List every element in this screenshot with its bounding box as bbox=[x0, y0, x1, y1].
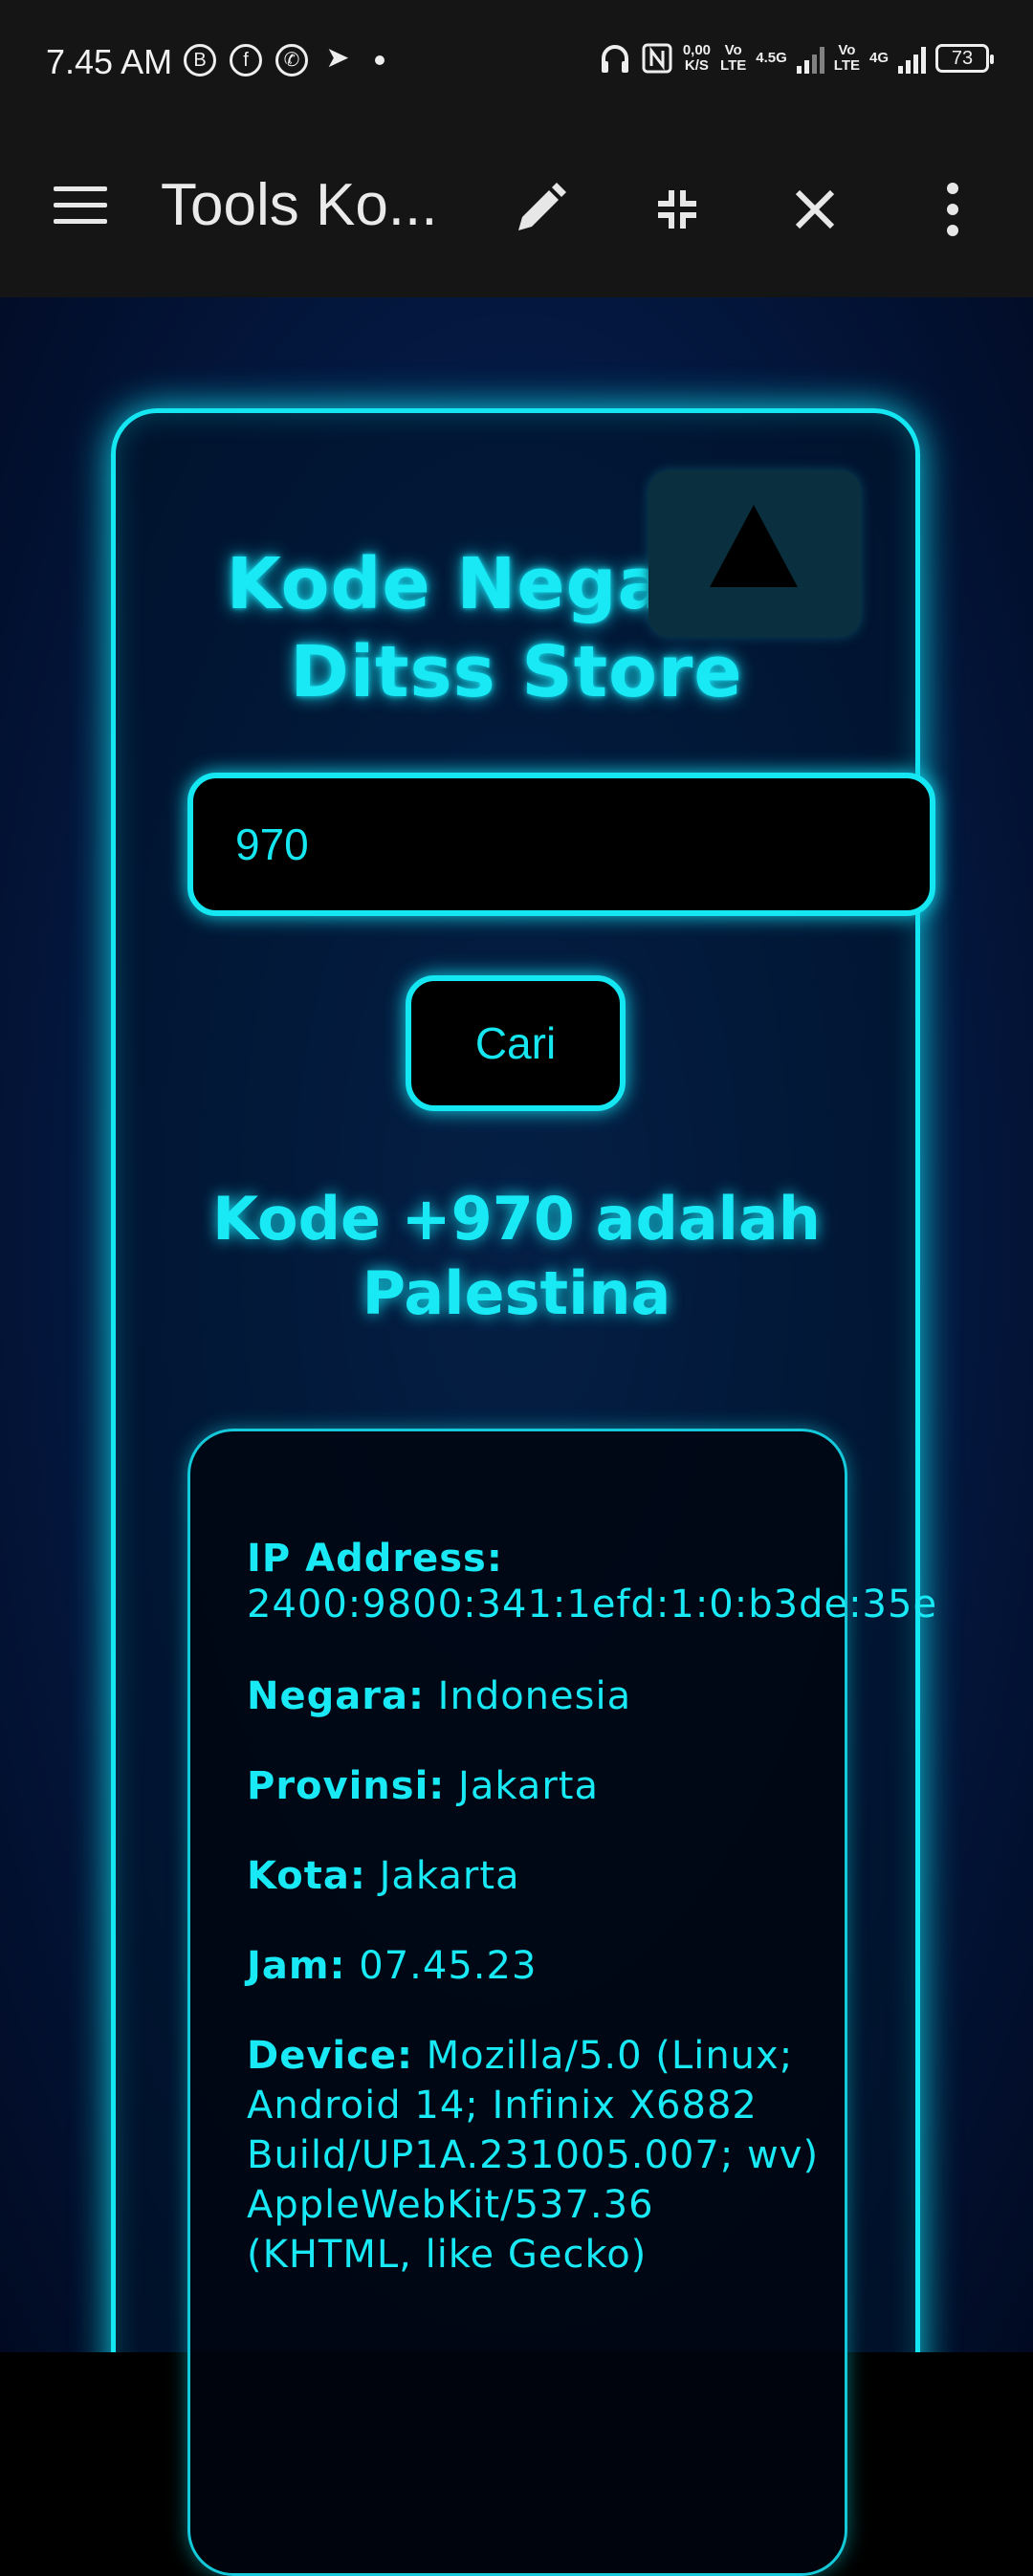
country-value: Indonesia bbox=[437, 1674, 632, 1718]
headphones-icon bbox=[601, 45, 628, 73]
country-row: Negara: Indonesia bbox=[247, 1671, 631, 1721]
app-title: Tools Ko... bbox=[161, 172, 438, 238]
nfc-icon bbox=[642, 43, 672, 74]
network-speed: 0,00 K/S bbox=[683, 43, 711, 74]
ip-address-row: IP Address: bbox=[247, 1534, 503, 1583]
result-text: Kode +970 adalah Palestina bbox=[212, 1184, 821, 1328]
time-row: Jam: 07.45.23 bbox=[247, 1941, 537, 1991]
city-label: Kota: bbox=[247, 1854, 366, 1898]
close-icon[interactable] bbox=[777, 171, 853, 248]
volte-2-bottom: LTE bbox=[833, 57, 860, 74]
country-label: Negara: bbox=[247, 1674, 425, 1718]
status-time: 7.45 AM bbox=[46, 42, 173, 81]
device-label: Device: bbox=[247, 2034, 413, 2078]
volte-1: Vo LTE bbox=[720, 43, 746, 74]
collapse-icon[interactable] bbox=[639, 171, 715, 248]
status-notification-icons: B f ✆ ➤ bbox=[184, 44, 385, 76]
battery-icon: 73 bbox=[935, 44, 994, 73]
signal-1-icon bbox=[796, 43, 824, 74]
facebook-icon: f bbox=[230, 44, 262, 76]
dot-icon bbox=[375, 55, 385, 65]
province-label: Provinsi: bbox=[247, 1764, 446, 1808]
province-value: Jakarta bbox=[458, 1764, 599, 1808]
search-button[interactable]: Cari bbox=[406, 975, 626, 1111]
speed-unit: K/S bbox=[684, 57, 709, 74]
city-value: Jakarta bbox=[379, 1854, 520, 1898]
whatsapp-business-icon: B bbox=[184, 44, 216, 76]
signal-2-icon bbox=[898, 43, 926, 74]
scroll-up-button[interactable] bbox=[648, 470, 861, 637]
device-row: Device: Mozilla/5.0 (Linux; Android 14; … bbox=[247, 2031, 821, 2280]
time-label: Jam: bbox=[247, 1944, 346, 1988]
province-row: Provinsi: Jakarta bbox=[247, 1761, 599, 1811]
status-bar: 7.45 AM B f ✆ ➤ 0,00 K/S Vo LTE 4.5G Vo bbox=[0, 0, 1033, 127]
status-system-icons: 0,00 K/S Vo LTE 4.5G Vo LTE 4G 73 bbox=[599, 42, 994, 75]
volte-1-top: Vo bbox=[724, 42, 742, 58]
ip-label: IP Address: bbox=[247, 1537, 503, 1581]
city-row: Kota: Jakarta bbox=[247, 1851, 520, 1901]
time-value: 07.45.23 bbox=[359, 1944, 538, 1988]
triangle-up-icon bbox=[710, 505, 798, 587]
network-type-2: 4G bbox=[868, 50, 889, 66]
more-vert-icon[interactable] bbox=[914, 171, 991, 248]
telegram-icon: ➤ bbox=[325, 42, 350, 74]
volte-2: Vo LTE bbox=[834, 43, 860, 74]
ip-address-value: 2400:9800:341:1efd:1:0:b3de:35e bbox=[247, 1583, 938, 1626]
whatsapp-icon: ✆ bbox=[275, 44, 308, 76]
speed-value: 0,00 bbox=[682, 42, 712, 58]
network-type-1: 4.5G bbox=[756, 50, 787, 66]
edit-icon[interactable] bbox=[501, 171, 578, 248]
volte-2-top: Vo bbox=[838, 42, 856, 58]
volte-1-bottom: LTE bbox=[720, 57, 747, 74]
menu-icon[interactable] bbox=[54, 186, 107, 229]
country-code-input[interactable] bbox=[187, 773, 935, 916]
app-bar: Tools Ko... bbox=[0, 127, 1033, 297]
